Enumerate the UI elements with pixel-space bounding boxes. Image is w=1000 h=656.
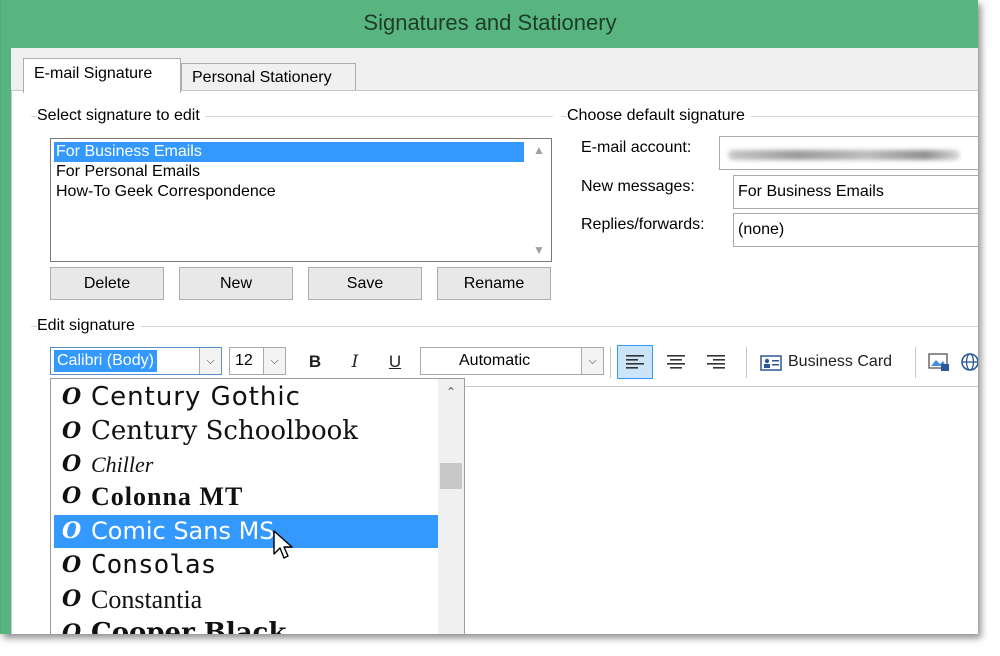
font-item-century-schoolbook[interactable]: O Century Schoolbook [54, 415, 438, 448]
insert-picture-button[interactable] [923, 346, 955, 378]
chevron-down-icon[interactable]: ⌵ [199, 348, 221, 374]
email-account-label: E-mail account: [581, 139, 692, 156]
opentype-icon: O [62, 451, 82, 477]
tab-personal-stationery[interactable]: Personal Stationery [181, 63, 356, 90]
save-button[interactable]: Save [308, 267, 422, 300]
edit-signature-label: Edit signature [37, 317, 141, 335]
new-messages-label: New messages: [581, 178, 695, 195]
font-select[interactable]: Calibri (Body) ⌵ [50, 347, 222, 375]
business-card-button[interactable]: Business Card [757, 346, 907, 378]
font-item-cooper-black[interactable]: O Cooper Black [54, 617, 438, 634]
replies-label: Replies/forwards: [581, 216, 705, 233]
mouse-cursor-icon [273, 530, 293, 559]
font-name: Chiller [91, 452, 154, 477]
list-item[interactable]: How-To Geek Correspondence [54, 182, 524, 202]
scroll-up-icon[interactable]: ▲ [527, 143, 551, 157]
font-name: Century Gothic [91, 382, 301, 412]
opentype-icon: O [62, 586, 82, 612]
default-signature-label: Choose default signature [567, 107, 751, 125]
opentype-icon: O [62, 418, 82, 444]
align-center-button[interactable] [659, 346, 693, 378]
font-value: Calibri (Body) [54, 350, 157, 372]
italic-button[interactable]: I [340, 346, 370, 378]
window-title: Signatures and Stationery [363, 10, 617, 35]
font-name: Consolas [91, 550, 217, 580]
toolbar-separator [746, 347, 747, 378]
font-item-colonna-mt[interactable]: O Colonna MT [54, 480, 438, 513]
new-button[interactable]: New [179, 267, 293, 300]
underline-button[interactable]: U [380, 346, 410, 378]
font-item-century-gothic[interactable]: O Century Gothic [54, 381, 438, 414]
picture-icon [928, 353, 949, 371]
scrollbar-thumb[interactable] [440, 463, 462, 489]
color-value: Automatic [459, 352, 531, 369]
list-item[interactable]: For Personal Emails [54, 162, 524, 182]
opentype-icon: O [62, 384, 82, 410]
toolbar-separator [915, 347, 916, 378]
hyperlink-button[interactable] [959, 346, 978, 378]
new-messages-select[interactable]: For Business Emails [733, 175, 978, 209]
size-value: 12 [235, 352, 253, 369]
font-item-constantia[interactable]: O Constantia [54, 583, 438, 616]
font-list-scrollbar[interactable]: ⌃ [438, 379, 464, 634]
tab-label: Personal Stationery [192, 69, 332, 86]
replies-select[interactable]: (none) [733, 213, 978, 247]
select-signature-label: Select signature to edit [37, 107, 206, 125]
font-name: Comic Sans MS [91, 517, 275, 545]
business-card-label: Business Card [788, 353, 893, 370]
align-right-icon [707, 355, 725, 369]
toolbar-separator [610, 347, 611, 378]
chevron-down-icon[interactable]: ⌵ [263, 348, 285, 374]
section-divider [31, 326, 978, 327]
delete-button[interactable]: Delete [50, 267, 164, 300]
globe-icon [961, 353, 978, 371]
email-account-field[interactable] [719, 136, 978, 170]
font-item-chiller[interactable]: O Chiller [54, 448, 438, 481]
align-center-icon [667, 355, 685, 369]
opentype-icon: O [62, 552, 82, 578]
font-dropdown-list[interactable]: O Century Gothic O Century Schoolbook O … [50, 378, 465, 634]
signatures-dialog: Signatures and Stationery E-mail Signatu… [0, 0, 978, 634]
font-item-consolas[interactable]: O Consolas [54, 549, 438, 582]
font-name: Colonna MT [91, 482, 244, 511]
list-item[interactable]: For Business Emails [54, 142, 524, 162]
opentype-icon: O [62, 518, 82, 544]
scroll-down-icon[interactable]: ▼ [527, 243, 551, 257]
business-card-icon [760, 355, 782, 371]
color-select[interactable]: Automatic ⌵ [420, 347, 604, 375]
size-select[interactable]: 12 ⌵ [229, 347, 286, 375]
opentype-icon: O [62, 483, 82, 509]
scroll-up-icon[interactable]: ⌃ [438, 385, 464, 399]
signature-list[interactable]: For Business Emails For Personal Emails … [50, 138, 552, 262]
title-bar[interactable]: Signatures and Stationery [1, 0, 978, 48]
font-name: Cooper Black [91, 618, 287, 634]
signature-editor[interactable] [438, 386, 978, 634]
font-name: Constantia [91, 585, 203, 614]
align-left-icon [626, 355, 644, 369]
tab-email-signature[interactable]: E-mail Signature [23, 58, 181, 93]
list-scrollbar[interactable]: ▲ ▼ [527, 139, 551, 261]
opentype-icon: O [62, 620, 82, 634]
font-name: Century Schoolbook [91, 416, 359, 446]
bold-button[interactable]: B [300, 346, 330, 378]
align-left-button[interactable] [617, 345, 653, 379]
font-item-comic-sans-ms[interactable]: O Comic Sans MS [54, 515, 438, 548]
chevron-down-icon[interactable]: ⌵ [581, 348, 603, 374]
redacted-account [728, 150, 960, 160]
rename-button[interactable]: Rename [437, 267, 551, 300]
align-right-button[interactable] [699, 346, 733, 378]
tab-label: E-mail Signature [34, 65, 153, 82]
